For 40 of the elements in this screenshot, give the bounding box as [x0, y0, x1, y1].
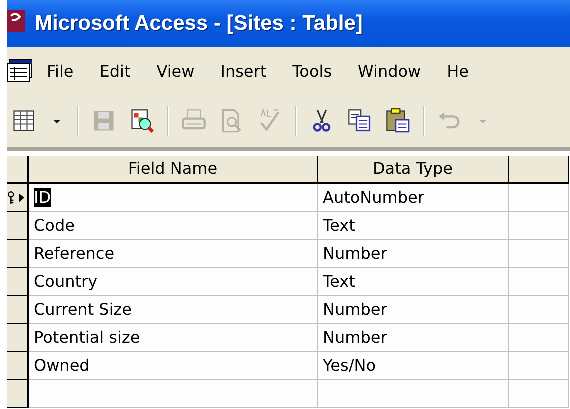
- window-title: Microsoft Access - [Sites : Table]: [35, 12, 363, 36]
- row-selector[interactable]: [7, 296, 29, 324]
- header-corner[interactable]: [7, 156, 29, 184]
- menu-item[interactable]: Tools: [292, 62, 332, 80]
- table-window-icon[interactable]: [7, 59, 33, 83]
- copy-icon[interactable]: [347, 108, 373, 134]
- grid-icon[interactable]: [11, 108, 37, 134]
- menu-item[interactable]: Window: [358, 62, 422, 80]
- app-icon[interactable]: [7, 10, 25, 32]
- menu-item[interactable]: File: [47, 62, 74, 80]
- table-cell[interactable]: Number: [318, 324, 509, 352]
- table-cell[interactable]: Country: [29, 268, 318, 296]
- document-search-icon[interactable]: [129, 108, 155, 134]
- row-selector[interactable]: [7, 212, 29, 240]
- column-header[interactable]: Field Name: [29, 156, 318, 184]
- table-cell[interactable]: Potential size: [29, 324, 318, 352]
- row-selector[interactable]: [7, 240, 29, 268]
- row-selector[interactable]: [7, 352, 29, 380]
- table-cell[interactable]: Text: [318, 212, 509, 240]
- clipboard-icon[interactable]: [385, 108, 411, 134]
- menu-item[interactable]: He: [447, 62, 470, 80]
- table-cell[interactable]: Number: [318, 240, 509, 268]
- row-selector[interactable]: [7, 184, 29, 212]
- menu-item[interactable]: Edit: [100, 62, 131, 80]
- table-cell[interactable]: Owned: [29, 352, 318, 380]
- table-cell[interactable]: Current Size: [29, 296, 318, 324]
- column-header[interactable]: [509, 156, 569, 184]
- table-cell[interactable]: Number: [318, 296, 509, 324]
- table-cell[interactable]: Reference: [29, 240, 318, 268]
- selected-text[interactable]: ID: [34, 188, 52, 207]
- table-cell[interactable]: Code: [29, 212, 318, 240]
- menu-item[interactable]: Insert: [220, 62, 267, 80]
- row-selector[interactable]: [7, 268, 29, 296]
- table-cell[interactable]: Yes/No: [318, 352, 509, 380]
- menu-item[interactable]: View: [156, 62, 195, 80]
- row-selector[interactable]: [7, 380, 29, 408]
- column-header[interactable]: Data Type: [318, 156, 509, 184]
- table-cell[interactable]: AutoNumber: [318, 184, 509, 212]
- row-selector[interactable]: [7, 324, 29, 352]
- table-cell[interactable]: Text: [318, 268, 509, 296]
